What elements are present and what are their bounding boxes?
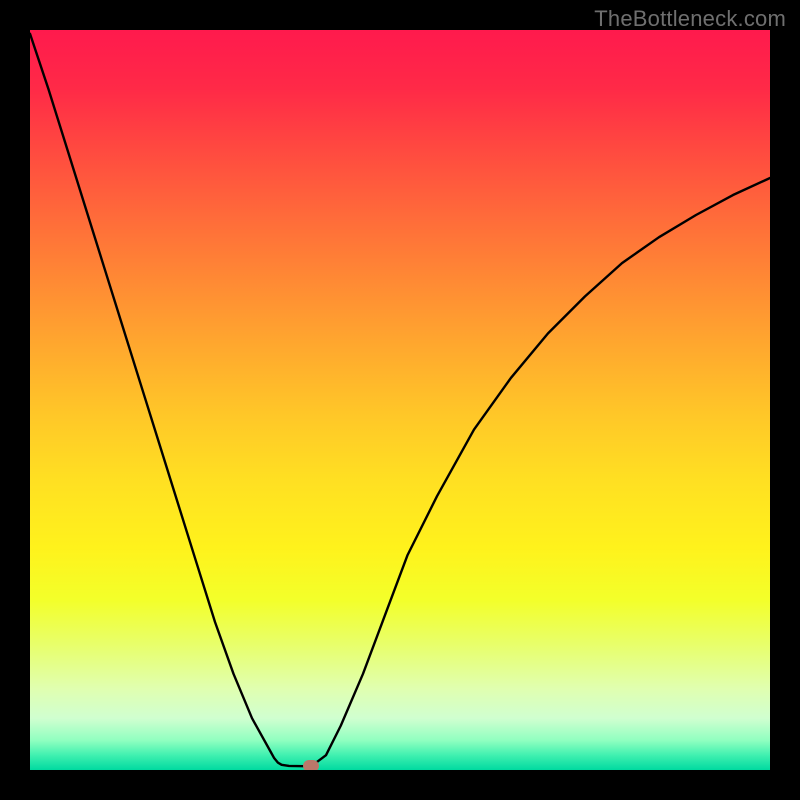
chart-frame: TheBottleneck.com	[0, 0, 800, 800]
minimum-marker	[303, 760, 319, 770]
bottleneck-curve	[30, 30, 770, 770]
watermark-text: TheBottleneck.com	[594, 6, 786, 32]
plot-area	[30, 30, 770, 770]
